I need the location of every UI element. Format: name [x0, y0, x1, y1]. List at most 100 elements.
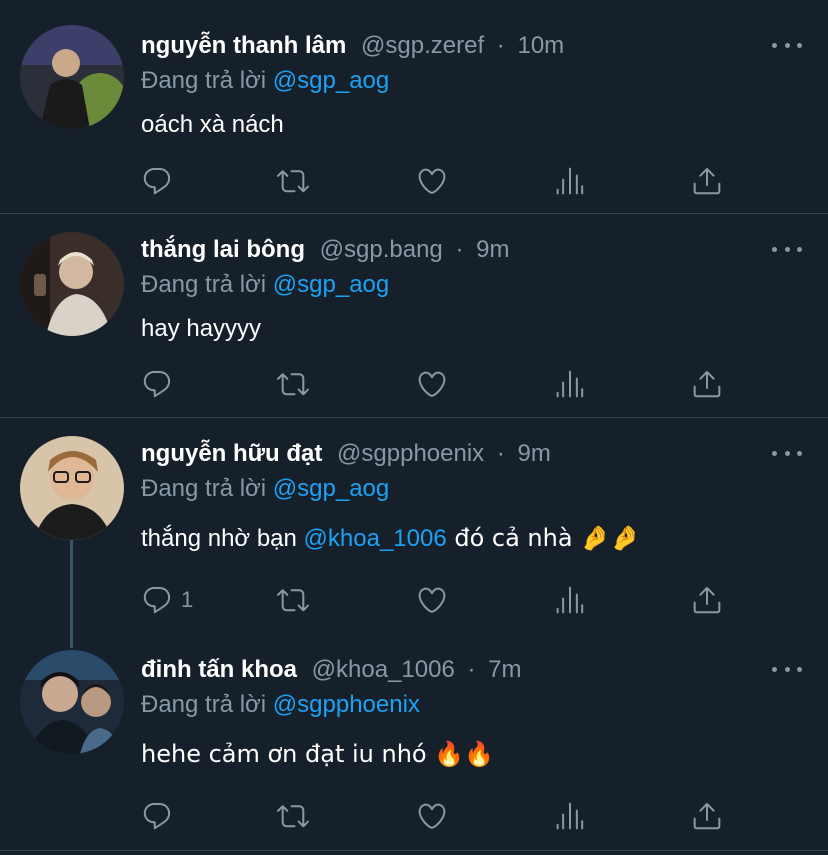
analytics-icon: [556, 802, 584, 830]
analytics-icon: [556, 370, 584, 398]
analytics-button[interactable]: [554, 800, 586, 832]
separator-dot: ·: [496, 440, 505, 467]
tweet-text-body: oách xà nách: [141, 111, 284, 138]
heart-icon: [418, 587, 446, 613]
reply-to-mention[interactable]: @sgp_aog: [273, 475, 389, 502]
reply-prefix: Đang trả lời: [141, 67, 267, 94]
retweet-icon: [277, 170, 309, 193]
timestamp[interactable]: 9m: [518, 440, 551, 467]
retweet-icon: [277, 805, 309, 828]
retweet-button[interactable]: [277, 368, 309, 400]
heart-icon: [418, 803, 446, 829]
reply-context: Đang trả lời @sgp_aog: [141, 66, 389, 96]
divider: [0, 850, 828, 851]
share-icon: [693, 587, 721, 614]
avatar[interactable]: [20, 650, 124, 754]
share-button[interactable]: [691, 800, 723, 832]
tweet-header: nguyễn hữu đạt @sgpphoenix · 9m: [141, 439, 551, 469]
tweet-text: hehe cảm ơn đạt iu nhó 🔥🔥: [141, 739, 494, 770]
timestamp[interactable]: 10m: [517, 32, 564, 59]
user-handle[interactable]: @khoa_1006: [312, 656, 455, 683]
like-button[interactable]: [416, 800, 448, 832]
reply-to-mention[interactable]: @sgpphoenix: [273, 691, 420, 718]
reply-to-mention[interactable]: @sgp_aog: [273, 67, 389, 94]
reply-icon: [143, 586, 171, 614]
reply-to-mention[interactable]: @sgp_aog: [273, 271, 389, 298]
reply-button[interactable]: [141, 800, 181, 832]
avatar[interactable]: [20, 436, 124, 540]
analytics-button[interactable]: [554, 165, 586, 197]
more-icon[interactable]: [772, 659, 802, 679]
reply-button[interactable]: 1: [141, 584, 193, 616]
share-button[interactable]: [691, 368, 723, 400]
more-icon[interactable]: [772, 35, 802, 55]
heart-icon: [418, 168, 446, 194]
like-button[interactable]: [416, 165, 448, 197]
action-bar: [141, 368, 741, 400]
analytics-icon: [556, 167, 584, 195]
reply-icon: [143, 370, 171, 398]
reply-icon: [143, 802, 171, 830]
reply-button[interactable]: [141, 368, 181, 400]
reply-prefix: Đang trả lời: [141, 271, 267, 298]
reply-prefix: Đang trả lời: [141, 691, 267, 718]
tweet-text: thắng nhờ bạn @khoa_1006 đó cả nhà 🤌🤌: [141, 523, 640, 554]
tweet-text-before: thắng nhờ bạn: [141, 525, 304, 552]
tweet-header: thắng lai bông @sgp.bang · 9m: [141, 235, 509, 265]
share-icon: [693, 168, 721, 195]
tweet[interactable]: nguyễn thanh lâm @sgp.zeref · 10m Đang t…: [0, 0, 828, 213]
retweet-button[interactable]: [277, 800, 309, 832]
display-name[interactable]: thắng lai bông: [141, 236, 305, 263]
separator-dot: ·: [467, 656, 476, 683]
tweet[interactable]: nguyễn hữu đạt @sgpphoenix · 9m Đang trả…: [0, 418, 828, 630]
share-icon: [693, 803, 721, 830]
analytics-icon: [556, 586, 584, 614]
timestamp[interactable]: 9m: [476, 236, 509, 263]
tweet[interactable]: thắng lai bông @sgp.bang · 9m Đang trả l…: [0, 214, 828, 417]
user-handle[interactable]: @sgp.zeref: [361, 32, 484, 59]
analytics-button[interactable]: [554, 368, 586, 400]
retweet-icon: [277, 589, 309, 612]
analytics-button[interactable]: [554, 584, 586, 616]
user-handle[interactable]: @sgpphoenix: [337, 440, 484, 467]
heart-icon: [418, 371, 446, 397]
share-icon: [693, 371, 721, 398]
display-name[interactable]: nguyễn thanh lâm: [141, 32, 346, 59]
more-icon[interactable]: [772, 443, 802, 463]
tweet[interactable]: đinh tấn khoa @khoa_1006 · 7m Đang trả l…: [0, 634, 828, 849]
separator-dot: ·: [496, 32, 505, 59]
reply-prefix: Đang trả lời: [141, 475, 267, 502]
action-bar: [141, 800, 741, 832]
action-bar: [141, 165, 741, 197]
tweet-text-body: hay hayyyy: [141, 315, 262, 342]
reply-context: Đang trả lời @sgp_aog: [141, 474, 389, 504]
tweet-text-after: đó cả nhà 🤌🤌: [446, 524, 640, 552]
tweet-text: oách xà nách: [141, 110, 284, 140]
more-icon[interactable]: [772, 239, 802, 259]
retweet-button[interactable]: [277, 584, 309, 616]
like-button[interactable]: [416, 368, 448, 400]
reply-button[interactable]: [141, 165, 181, 197]
separator-dot: ·: [455, 236, 464, 263]
reply-context: Đang trả lời @sgp_aog: [141, 270, 389, 300]
retweet-button[interactable]: [277, 165, 309, 197]
timestamp[interactable]: 7m: [488, 656, 521, 683]
tweet-text: hay hayyyy: [141, 314, 261, 344]
share-button[interactable]: [691, 165, 723, 197]
avatar[interactable]: [20, 232, 124, 336]
reply-context: Đang trả lời @sgpphoenix: [141, 690, 420, 720]
tweet-mention-link[interactable]: @khoa_1006: [304, 525, 447, 552]
tweet-text-body: hehe cảm ơn đạt iu nhó 🔥🔥: [141, 740, 495, 768]
display-name[interactable]: đinh tấn khoa: [141, 656, 297, 683]
user-handle[interactable]: @sgp.bang: [320, 236, 443, 263]
tweet-header: đinh tấn khoa @khoa_1006 · 7m: [141, 655, 522, 685]
share-button[interactable]: [691, 584, 723, 616]
tweet-header: nguyễn thanh lâm @sgp.zeref · 10m: [141, 31, 564, 61]
action-bar: 1: [141, 584, 741, 616]
like-button[interactable]: [416, 584, 448, 616]
avatar[interactable]: [20, 25, 124, 129]
display-name[interactable]: nguyễn hữu đạt: [141, 440, 322, 467]
retweet-icon: [277, 373, 309, 396]
reply-icon: [143, 167, 171, 195]
reply-count: 1: [181, 587, 194, 612]
